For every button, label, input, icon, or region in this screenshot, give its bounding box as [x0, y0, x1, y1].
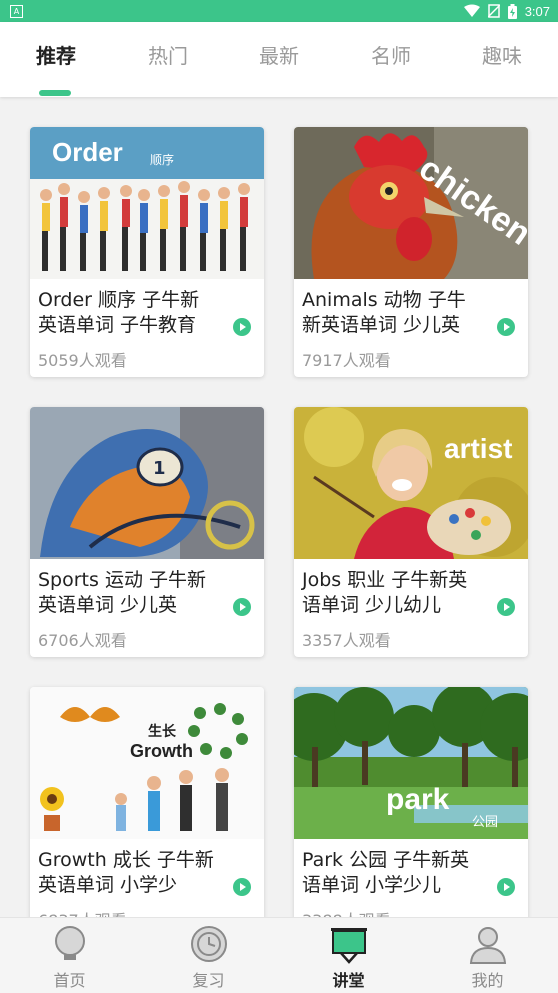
video-thumbnail: chicken: [294, 127, 528, 279]
bulb-icon: [54, 926, 85, 960]
nav-profile[interactable]: 我的: [418, 918, 557, 993]
view-count: 5059人观看: [38, 351, 127, 370]
nav-lecture-label: 讲堂: [332, 971, 365, 990]
video-card[interactable]: artist Jobs 职业 子牛新英语单词 少儿幼儿 3357人观看: [294, 407, 528, 657]
thumbnail-caption: Order: [52, 137, 123, 167]
category-tabs: 推荐 热门 最新 名师 趣味: [0, 22, 558, 97]
video-title: Growth 成长 子牛新英语单词 小学少: [38, 849, 214, 896]
video-card[interactable]: 1 Sports 运动 子牛新英语单词 少儿英 6706人观看: [30, 407, 264, 657]
nav-home[interactable]: 首页: [0, 918, 139, 993]
view-count: 6837人观看: [38, 907, 127, 917]
thumbnail-caption: park: [386, 783, 450, 816]
thumbnail-subcaption: 生长: [148, 724, 176, 740]
clock-icon: [190, 926, 227, 962]
video-thumbnail: 1: [30, 407, 264, 559]
tab-latest[interactable]: 最新: [223, 22, 335, 97]
view-count: 3388人观看: [302, 907, 391, 917]
video-card[interactable]: Growth 生长 Growth 成长 子牛新英语单词 小学少 6837人观看: [30, 687, 264, 917]
thumbnail-caption: artist: [444, 433, 513, 464]
thumbnail-subcaption: 顺序: [150, 153, 175, 167]
video-title: Animals 动物 子牛新英语单词 少儿英: [302, 289, 466, 336]
video-thumbnail: Order 顺序: [30, 127, 264, 279]
nav-lecture[interactable]: 讲堂: [279, 918, 418, 993]
play-icon[interactable]: [233, 318, 251, 336]
view-count: 3357人观看: [302, 631, 391, 650]
tab-recommended[interactable]: 推荐: [0, 22, 112, 97]
thumbnail-subcaption: 公园: [472, 815, 499, 830]
video-thumbnail: Growth 生长: [30, 687, 264, 839]
video-grid: Order 顺序 Order 顺序 子牛新英语单词 子牛教育 5059人观看 c…: [0, 97, 558, 917]
nav-home-label: 首页: [53, 971, 86, 990]
tab-popular[interactable]: 热门: [112, 22, 224, 97]
status-bar: A 3:07: [0, 0, 558, 22]
video-title: Order 顺序 子牛新英语单词 子牛教育: [38, 289, 200, 336]
play-icon[interactable]: [233, 878, 251, 896]
bottom-navigation: 首页 复习 讲堂 我的: [0, 917, 558, 993]
artist-thumbnail-image: [294, 407, 528, 559]
wifi-icon: [463, 4, 480, 17]
status-icons: 3:07: [463, 3, 550, 19]
video-title: Jobs 职业 子牛新英语单词 少儿幼儿: [302, 569, 468, 616]
nav-profile-label: 我的: [471, 971, 504, 990]
battery-icon: [507, 3, 517, 19]
motorcycle-thumbnail-image: 1: [30, 407, 264, 559]
video-thumbnail: artist: [294, 407, 528, 559]
no-sim-icon: [487, 4, 500, 18]
play-icon[interactable]: [233, 598, 251, 616]
view-count: 6706人观看: [38, 631, 127, 650]
svg-text:1: 1: [153, 458, 166, 479]
active-tab-indicator: [39, 90, 71, 96]
video-title: Park 公园 子牛新英语单词 小学少儿: [302, 849, 470, 896]
lecture-board-icon: [330, 928, 367, 964]
video-card[interactable]: Order 顺序 Order 顺序 子牛新英语单词 子牛教育 5059人观看: [30, 127, 264, 377]
video-card[interactable]: park 公园 Park 公园 子牛新英语单词 小学少儿 3388人观看: [294, 687, 528, 917]
video-card[interactable]: chicken Animals 动物 子牛新英语单词 少儿英 7917人观看: [294, 127, 528, 377]
nav-review[interactable]: 复习: [139, 918, 278, 993]
tab-famous-teachers[interactable]: 名师: [335, 22, 447, 97]
tab-fun[interactable]: 趣味: [446, 22, 558, 97]
video-title: Sports 运动 子牛新英语单词 少儿英: [38, 569, 206, 616]
view-count: 7917人观看: [302, 351, 391, 370]
thumbnail-caption: Growth: [130, 741, 193, 761]
growth-thumbnail-image: [30, 687, 264, 839]
video-thumbnail: park 公园: [294, 687, 528, 839]
notification-badge: A: [10, 5, 23, 18]
play-icon[interactable]: [497, 598, 515, 616]
play-icon[interactable]: [497, 318, 515, 336]
nav-review-label: 复习: [192, 971, 225, 990]
clock-time: 3:07: [524, 3, 550, 19]
play-icon[interactable]: [497, 878, 515, 896]
user-icon: [469, 927, 506, 964]
